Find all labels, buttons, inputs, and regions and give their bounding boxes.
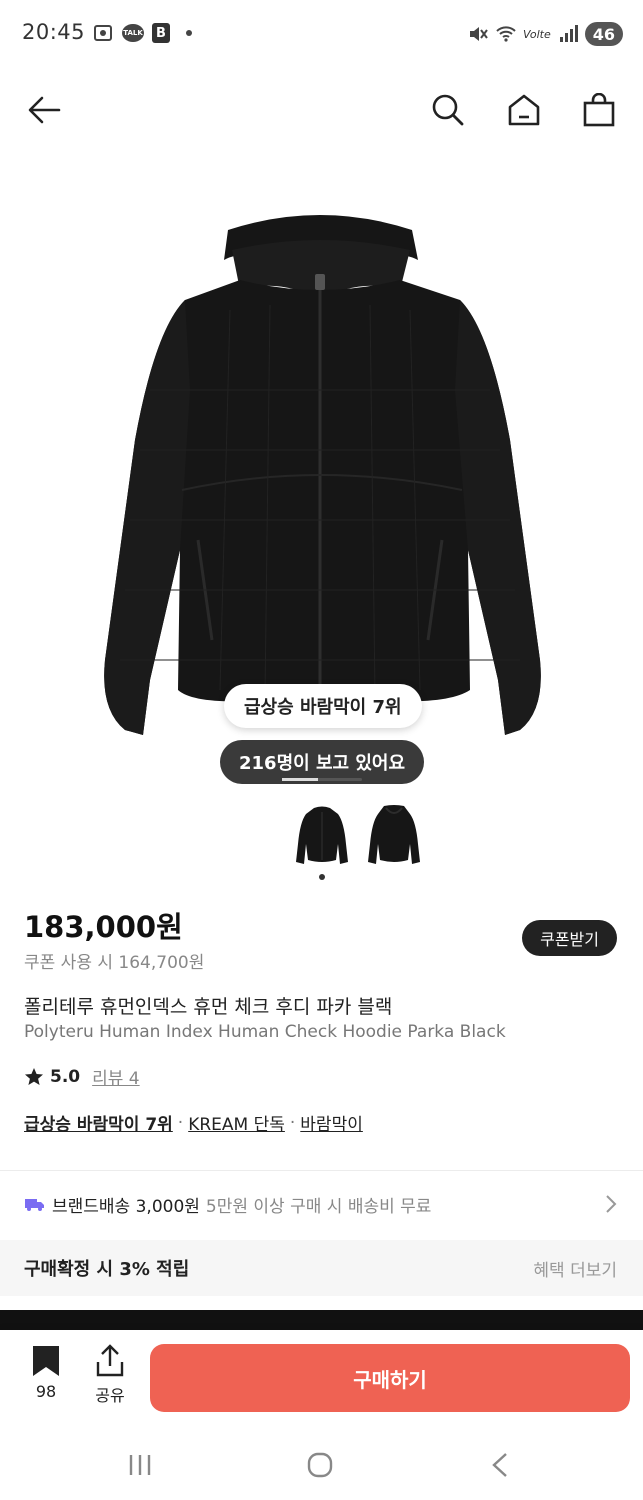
home-button[interactable]: [502, 88, 546, 132]
get-coupon-button[interactable]: 쿠폰받기: [522, 920, 617, 956]
bookmark-icon: [33, 1346, 59, 1376]
thumbnail-back[interactable]: [366, 804, 422, 868]
search-icon: [432, 94, 464, 126]
battery-level: 46: [592, 24, 615, 44]
product-name-korean: 폴리테루 휴먼인덱스 휴먼 체크 후디 파카 블랙: [24, 996, 393, 1018]
signal-icon: [559, 25, 578, 42]
top-navigation: [0, 80, 643, 140]
image-pager-indicator: [282, 778, 362, 781]
thumbnail-front[interactable]: [294, 804, 350, 868]
share-button[interactable]: 공유: [82, 1344, 138, 1406]
tag-exclusive[interactable]: KREAM 단독: [188, 1110, 285, 1135]
banner-strip: [0, 1310, 643, 1330]
battery-indicator: 46: [584, 22, 623, 46]
screenshot-icon: [94, 25, 112, 41]
review-link[interactable]: 리뷰 4: [92, 1064, 140, 1089]
benefit-label: 구매확정 시 3% 적립: [24, 1259, 190, 1280]
system-navigation-bar: [0, 1430, 643, 1500]
status-time: 20:45: [22, 20, 86, 44]
recent-apps-icon: [129, 1455, 151, 1475]
buy-button[interactable]: 구매하기: [150, 1344, 630, 1412]
back-chevron-icon: [492, 1453, 507, 1477]
tag-separator: ·: [177, 1112, 184, 1133]
shipping-info-row[interactable]: 브랜드배송 3,000원 5만원 이상 구매 시 배송비 무료: [0, 1176, 643, 1232]
product-tags: 급상승 바람막이 7위 · KREAM 단독 · 바람막이: [24, 1110, 363, 1136]
cart-button[interactable]: [577, 88, 621, 132]
thumbnail-image: [296, 806, 348, 864]
home-icon: [508, 94, 540, 126]
product-name-english: Polyteru Human Index Human Check Hoodie …: [24, 1022, 506, 1042]
share-label: 공유: [95, 1386, 125, 1405]
image-thumbnails: [0, 800, 643, 872]
recent-apps-button[interactable]: [120, 1450, 160, 1480]
chevron-right-icon: [606, 1195, 617, 1213]
trending-rank-badge: 급상승 바람막이 7위: [224, 684, 422, 728]
more-benefits-link[interactable]: 혜택 더보기: [533, 1256, 617, 1281]
home-circle-icon: [307, 1452, 333, 1478]
back-button[interactable]: [22, 88, 66, 132]
product-price: 183,000원: [24, 910, 183, 944]
wifi-icon: [496, 26, 516, 42]
tag-separator: ·: [289, 1112, 296, 1133]
bookmark-count: 98: [35, 1382, 57, 1401]
tag-trending[interactable]: 급상승 바람막이 7위: [24, 1110, 173, 1135]
shopping-bag-icon: [583, 93, 615, 127]
thumbnail-selected-dot: [319, 874, 325, 880]
section-divider: [0, 1170, 643, 1171]
more-notifications-dot: [186, 30, 192, 36]
coupon-price: 쿠폰 사용 시 164,700원: [24, 953, 205, 973]
b-app-icon: B: [152, 23, 170, 43]
tag-category[interactable]: 바람막이: [300, 1110, 363, 1135]
purchase-benefit-row: 구매확정 시 3% 적립 혜택 더보기: [0, 1240, 643, 1296]
back-system-button[interactable]: [480, 1450, 520, 1480]
notification-icons: TALK B: [92, 22, 192, 44]
status-bar: 20:45 TALK B Volte 46: [0, 0, 643, 72]
rating-score: 5.0: [50, 1066, 81, 1087]
search-button[interactable]: [426, 88, 470, 132]
thumbnail-image: [368, 805, 420, 864]
volte-label: Volte: [522, 27, 551, 41]
back-arrow-icon: [28, 96, 61, 124]
shipping-label: 브랜드배송 3,000원: [52, 1196, 200, 1217]
kakaotalk-icon: TALK: [122, 24, 144, 42]
truck-icon: [25, 1199, 44, 1211]
share-icon: [96, 1344, 124, 1377]
product-rating: 5.0 리뷰 4: [24, 1064, 140, 1089]
bookmark-button[interactable]: 98: [18, 1344, 74, 1401]
shipping-note: 5만원 이상 구매 시 배송비 무료: [205, 1196, 432, 1217]
system-icons: Volte 46: [467, 22, 623, 46]
star-icon: [25, 1067, 43, 1085]
mute-icon: [469, 27, 488, 41]
bottom-action-bar: 98 공유 구매하기: [0, 1330, 643, 1430]
home-system-button[interactable]: [300, 1450, 340, 1480]
